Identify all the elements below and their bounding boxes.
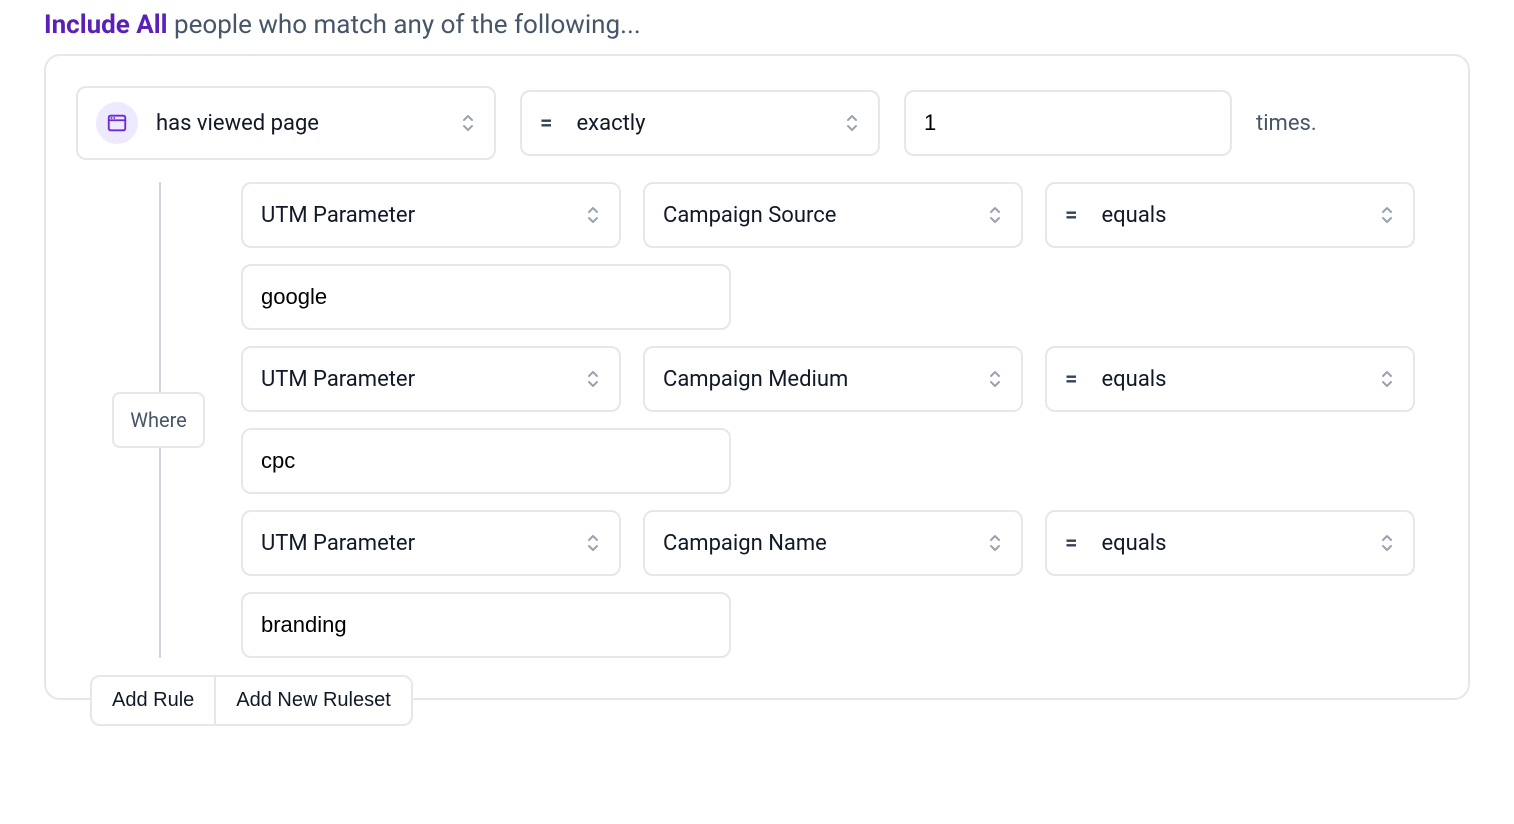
condition-operator-select[interactable]: = equals: [1045, 510, 1415, 576]
page-view-icon: [96, 102, 138, 144]
condition-value-input[interactable]: [241, 428, 731, 494]
condition-operator-symbol: =: [1065, 367, 1078, 392]
event-select[interactable]: has viewed page: [76, 86, 496, 160]
condition-type-select[interactable]: UTM Parameter: [241, 182, 621, 248]
chevron-updown-icon: [585, 532, 601, 554]
condition-value-row: [241, 264, 1438, 330]
chevron-updown-icon: [987, 368, 1003, 390]
count-input[interactable]: [904, 90, 1232, 156]
heading-accent: Include All: [44, 10, 168, 40]
condition-operator-select[interactable]: = equals: [1045, 182, 1415, 248]
chevron-updown-icon: [1379, 532, 1395, 554]
condition-row: UTM Parameter Campaign Name = equals: [241, 510, 1438, 576]
times-suffix: times.: [1256, 111, 1317, 136]
condition-operator-symbol: =: [1065, 203, 1078, 228]
chevron-updown-icon: [1379, 204, 1395, 226]
condition-operator-label: equals: [1102, 531, 1361, 556]
condition-param-label: Campaign Name: [663, 531, 969, 556]
chevron-updown-icon: [1379, 368, 1395, 390]
condition-operator-symbol: =: [1065, 531, 1078, 556]
ruleset-panel: has viewed page = exactly times. Where: [44, 54, 1470, 700]
condition-param-select[interactable]: Campaign Medium: [643, 346, 1023, 412]
chevron-updown-icon: [844, 112, 860, 134]
condition-type-select[interactable]: UTM Parameter: [241, 346, 621, 412]
condition-type-label: UTM Parameter: [261, 531, 567, 556]
condition-param-label: Campaign Medium: [663, 367, 969, 392]
heading-rest: people who match any of the following...: [168, 10, 641, 40]
chevron-updown-icon: [987, 532, 1003, 554]
where-conditions-container: UTM Parameter Campaign Source = equals: [241, 182, 1438, 658]
condition-value-input[interactable]: [241, 592, 731, 658]
condition-operator-label: equals: [1102, 203, 1361, 228]
add-rule-button[interactable]: Add Rule: [92, 677, 214, 724]
rule-main-row: has viewed page = exactly times.: [76, 86, 1438, 160]
where-block: Where UTM Parameter Campaign Source =: [76, 182, 1438, 658]
chevron-updown-icon: [987, 204, 1003, 226]
chevron-updown-icon: [460, 112, 476, 134]
where-pill: Where: [112, 392, 205, 448]
condition-type-select[interactable]: UTM Parameter: [241, 510, 621, 576]
add-new-ruleset-button[interactable]: Add New Ruleset: [214, 677, 411, 724]
comparator-symbol: =: [540, 111, 553, 136]
condition-row: UTM Parameter Campaign Medium = equals: [241, 346, 1438, 412]
event-select-label: has viewed page: [156, 111, 442, 136]
condition-type-label: UTM Parameter: [261, 203, 567, 228]
condition-param-select[interactable]: Campaign Name: [643, 510, 1023, 576]
chevron-updown-icon: [585, 204, 601, 226]
condition-operator-select[interactable]: = equals: [1045, 346, 1415, 412]
condition-value-input[interactable]: [241, 264, 731, 330]
condition-value-row: [241, 428, 1438, 494]
chevron-updown-icon: [585, 368, 601, 390]
comparator-select[interactable]: = exactly: [520, 90, 880, 156]
condition-row: UTM Parameter Campaign Source = equals: [241, 182, 1438, 248]
condition-param-select[interactable]: Campaign Source: [643, 182, 1023, 248]
condition-param-label: Campaign Source: [663, 203, 969, 228]
where-left: Where: [76, 182, 241, 658]
condition-type-label: UTM Parameter: [261, 367, 567, 392]
ruleset-heading: Include All people who match any of the …: [44, 0, 1470, 54]
comparator-label: exactly: [577, 111, 826, 136]
condition-value-row: [241, 592, 1438, 658]
condition-operator-label: equals: [1102, 367, 1361, 392]
ruleset-footer-buttons: Add Rule Add New Ruleset: [90, 675, 413, 726]
